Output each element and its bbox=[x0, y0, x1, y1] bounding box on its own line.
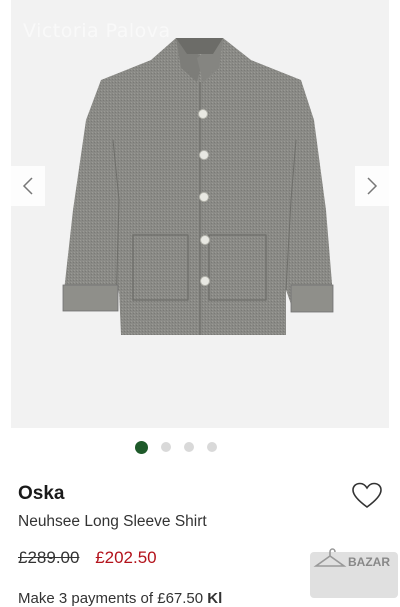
product-image bbox=[62, 38, 334, 335]
chevron-right-icon bbox=[367, 177, 378, 195]
pagination-dot[interactable] bbox=[161, 442, 171, 452]
wishlist-heart-icon[interactable] bbox=[352, 482, 382, 510]
brand-name[interactable]: Oska bbox=[18, 483, 64, 505]
badge-text: BAZAR bbox=[348, 555, 390, 569]
sale-price: £202.50 bbox=[95, 548, 157, 567]
pagination-dot[interactable] bbox=[207, 442, 217, 452]
pagination-dot[interactable] bbox=[184, 442, 194, 452]
chevron-left-icon bbox=[22, 177, 33, 195]
installments-provider: Kl bbox=[207, 590, 223, 607]
next-image-button[interactable] bbox=[355, 166, 389, 206]
price-row: £289.00 £202.50 bbox=[18, 548, 157, 568]
bazar-badge: BAZAR bbox=[310, 548, 398, 598]
watermark-text: Victoria Palova bbox=[23, 20, 171, 42]
installments-info[interactable]: Make 3 payments of £67.50 Kl bbox=[18, 590, 222, 607]
image-pagination bbox=[0, 441, 400, 454]
product-image-gallery[interactable]: Victoria Palova bbox=[11, 0, 389, 428]
previous-image-button[interactable] bbox=[11, 166, 45, 206]
pagination-dot[interactable] bbox=[135, 441, 148, 454]
installments-text: Make 3 payments of £67.50 bbox=[18, 590, 204, 607]
product-name: Neuhsee Long Sleeve Shirt bbox=[18, 513, 207, 530]
original-price: £289.00 bbox=[18, 548, 80, 567]
